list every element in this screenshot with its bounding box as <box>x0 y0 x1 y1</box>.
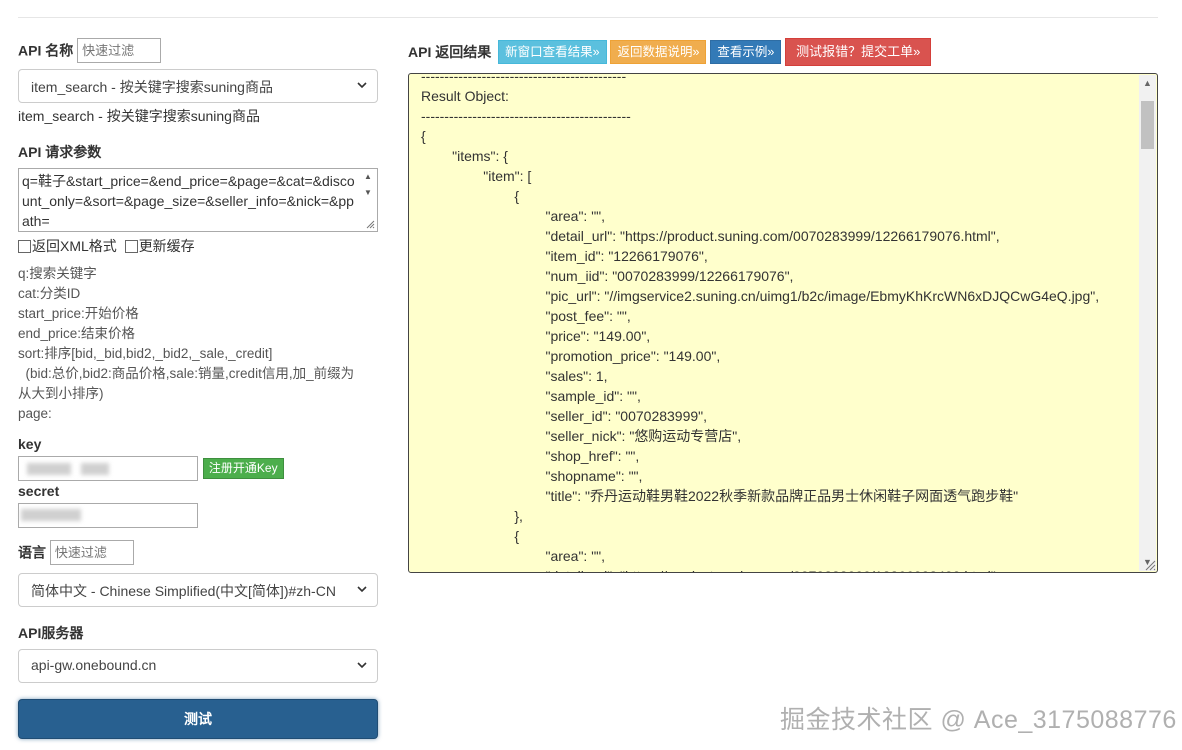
resize-grip-icon[interactable] <box>1143 558 1156 571</box>
api-name-selected: item_search - 按关键字搜索suning商品 <box>31 79 273 95</box>
api-description: item_search - 按关键字搜索suning商品 <box>18 108 260 124</box>
key-row: 注册开通Key <box>18 456 378 481</box>
result-header: API 返回结果 新窗口查看结果» 返回数据说明» 查看示例» 测试报错？提交工… <box>408 38 932 68</box>
result-line: "items": { <box>421 148 508 164</box>
result-label: API 返回结果 <box>408 44 492 60</box>
param-help-line: end_price:结束价格 <box>18 326 136 341</box>
language-selected: 简体中文 - Chinese Simplified(中文[简体])#zh-CN <box>31 583 336 599</box>
request-params-label: API 请求参数 <box>18 144 102 160</box>
language-filter-input[interactable] <box>49 540 134 565</box>
register-key-button[interactable]: 注册开通Key <box>202 458 284 479</box>
language-label: 语言 <box>18 544 46 561</box>
result-panel[interactable]: ----------------------------------------… <box>408 73 1158 573</box>
result-line: "area": "", <box>421 208 606 224</box>
request-params-value: q=鞋子&start_price=&end_price=&page=&cat=&… <box>22 173 355 229</box>
return-xml-checkbox[interactable] <box>18 240 31 253</box>
scroll-down-icon[interactable]: ▼ <box>361 187 375 199</box>
resize-grip-icon[interactable] <box>364 218 375 229</box>
param-help-line: sort:排序[bid,_bid,bid2,_bid2,_sale,_credi… <box>18 346 273 361</box>
open-new-window-button[interactable]: 新窗口查看结果» <box>498 40 607 64</box>
result-line: "shopname": "", <box>421 468 643 484</box>
view-example-button[interactable]: 查看示例» <box>710 40 782 64</box>
scrollbar-thumb[interactable] <box>1141 101 1154 149</box>
request-form: API 名称 item_search - 按关键字搜索suning商品 item… <box>18 38 378 739</box>
result-line: "seller_id": "0070283999", <box>421 408 708 424</box>
result-line: "price": "149.00", <box>421 328 651 344</box>
secret-row <box>18 503 378 528</box>
result-line: "sales": 1, <box>421 368 608 384</box>
refresh-cache-label: 更新缓存 <box>138 238 195 254</box>
result-line: { <box>421 528 520 544</box>
scroll-up-icon[interactable]: ▲ <box>361 171 375 183</box>
result-line: { <box>421 128 426 144</box>
result-line: "pic_url": "//imgservice2.suning.cn/uimg… <box>421 288 1100 304</box>
chevron-down-icon <box>357 82 367 89</box>
param-help-line: start_price:开始价格 <box>18 306 139 321</box>
result-line: "promotion_price": "149.00", <box>421 348 721 364</box>
chevron-down-icon <box>357 586 367 593</box>
secret-input[interactable] <box>18 503 198 528</box>
scroll-up-icon[interactable]: ▲ <box>1139 75 1156 92</box>
result-line: ----------------------------------------… <box>421 73 627 84</box>
result-line: "title": "乔丹运动鞋男鞋2022秋季新款品牌正品男士休闲鞋子网面透气跑… <box>421 488 1019 504</box>
result-line: "detail_url": "https://product.suning.co… <box>421 566 1137 572</box>
request-params-textarea[interactable]: q=鞋子&start_price=&end_price=&page=&cat=&… <box>18 168 378 232</box>
api-name-row: API 名称 <box>18 38 378 65</box>
result-line: "sample_id": "", <box>421 388 641 404</box>
param-help-line: 从大到小排序) <box>18 386 104 401</box>
result-scrollbar[interactable]: ▲ ▼ <box>1139 75 1156 571</box>
result-line: "num_iid": "0070283999/12266179076", <box>421 268 794 284</box>
result-line: "item_id": "12266179076", <box>421 248 708 264</box>
api-name-select[interactable]: item_search - 按关键字搜索suning商品 <box>18 69 378 103</box>
result-line: ----------------------------------------… <box>421 108 631 124</box>
server-select[interactable]: api-gw.onebound.cn <box>18 649 378 683</box>
param-help-line: q:搜索关键字 <box>18 266 97 281</box>
result-line: "detail_url": "https://product.suning.co… <box>421 228 1000 244</box>
watermark: 掘金技术社区 @ Ace_3175088776 <box>780 706 1177 734</box>
result-line: Result Object: <box>421 88 509 104</box>
param-help: q:搜索关键字 cat:分类ID start_price:开始价格 end_pr… <box>18 264 378 424</box>
key-label: key <box>18 436 42 452</box>
server-selected: api-gw.onebound.cn <box>31 657 157 673</box>
result-line: { <box>421 188 520 204</box>
param-help-line: cat:分类ID <box>18 286 81 301</box>
top-divider <box>18 17 1158 18</box>
language-row: 语言 <box>18 540 378 567</box>
result-line: "item": [ <box>421 168 532 184</box>
language-select[interactable]: 简体中文 - Chinese Simplified(中文[简体])#zh-CN <box>18 573 378 607</box>
api-name-filter-input[interactable] <box>77 38 162 63</box>
param-help-line: (bid:总价,bid2:商品价格,sale:销量,credit信用,加_前缀为 <box>18 366 355 381</box>
report-issue-button[interactable]: 测试报错？提交工单» <box>785 38 932 66</box>
api-name-label: API 名称 <box>18 42 74 59</box>
result-line: "shop_href": "", <box>421 448 640 464</box>
param-help-line: page: <box>18 406 52 421</box>
test-button[interactable]: 测试 <box>18 699 378 739</box>
key-input[interactable] <box>18 456 198 481</box>
result-line: "area": "", <box>421 548 606 564</box>
result-line: "seller_nick": "悠购运动专营店", <box>421 428 742 444</box>
result-content: ----------------------------------------… <box>421 73 1137 572</box>
return-xml-label: 返回XML格式 <box>32 238 117 254</box>
secret-label: secret <box>18 483 60 499</box>
result-line: "post_fee": "", <box>421 308 631 324</box>
result-line: }, <box>421 508 523 524</box>
chevron-down-icon <box>357 662 367 669</box>
server-label: API服务器 <box>18 625 84 641</box>
refresh-cache-checkbox[interactable] <box>124 240 138 253</box>
options-row: 返回XML格式 更新缓存 <box>18 236 378 256</box>
data-doc-button[interactable]: 返回数据说明» <box>610 40 707 64</box>
